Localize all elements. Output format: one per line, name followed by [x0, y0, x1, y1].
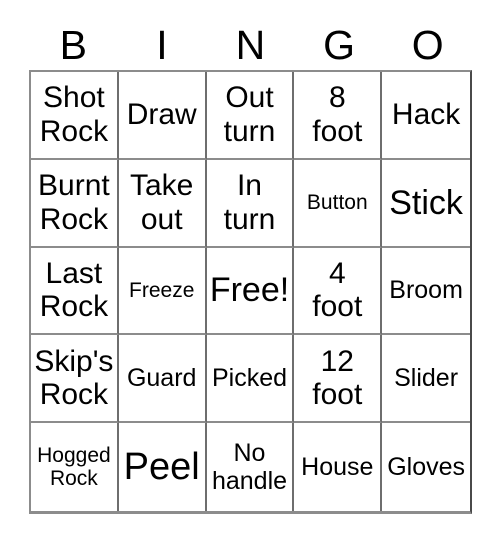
bingo-cell-label: Gloves — [387, 453, 465, 482]
bingo-cell[interactable]: Button — [294, 159, 383, 248]
bingo-header-letter-i: I — [156, 22, 168, 68]
bingo-cell-label: Stick — [389, 183, 463, 222]
bingo-cell-label: Broom — [389, 276, 463, 305]
bingo-grid: Shot Rock Draw Out turn 8 foot Hack Burn… — [29, 70, 472, 514]
bingo-cell[interactable]: No handle — [206, 423, 295, 511]
bingo-cell[interactable]: Skip's Rock — [31, 335, 119, 424]
bingo-header-letter-n: N — [235, 22, 266, 68]
bingo-cell-label: In turn — [223, 169, 276, 236]
bingo-cell-label: Peel — [123, 445, 200, 488]
bingo-cell-label: No handle — [211, 439, 288, 496]
bingo-cell-label: Skip's Rock — [34, 344, 114, 412]
bingo-cell-label: 4 foot — [312, 256, 363, 324]
bingo-header-letter-g: G — [323, 22, 356, 68]
bingo-cell[interactable]: Peel — [118, 423, 207, 511]
bingo-cell-label: Draw — [126, 98, 197, 132]
bingo-cell[interactable]: Broom — [382, 247, 470, 336]
bingo-header-row: B I N G O — [29, 21, 472, 70]
bingo-card: B I N G O Shot Rock Draw Out turn 8 foot… — [0, 0, 500, 544]
bingo-cell[interactable]: Stick — [382, 159, 470, 248]
bingo-cell-label: Guard — [126, 364, 197, 393]
bingo-cell-label: Burnt Rock — [38, 169, 110, 236]
bingo-cell[interactable]: Draw — [118, 72, 207, 160]
bingo-cell-label: Picked — [211, 364, 288, 393]
bingo-header-letter-o: O — [411, 22, 444, 68]
bingo-cell[interactable]: Hogged Rock — [31, 423, 119, 511]
bingo-cell[interactable]: Freeze — [118, 247, 207, 336]
bingo-cell-label: Hogged Rock — [37, 443, 111, 491]
bingo-cell[interactable]: Picked — [206, 335, 295, 424]
bingo-cell-label: 12 foot — [312, 344, 363, 412]
bingo-cell-label: 8 foot — [312, 81, 363, 148]
bingo-cell-label: Slider — [394, 364, 459, 393]
bingo-cell-label: Button — [306, 190, 368, 214]
bingo-cell[interactable]: Slider — [382, 335, 470, 424]
bingo-cell-label: Out turn — [223, 81, 276, 148]
bingo-cell[interactable]: Take out — [118, 159, 207, 248]
bingo-cell-label: Hack — [391, 98, 461, 132]
bingo-cell-label: House — [301, 453, 374, 482]
bingo-cell-free[interactable]: Free! — [206, 247, 295, 336]
bingo-cell[interactable]: 8 foot — [294, 72, 383, 160]
bingo-cell-label: Freeze — [129, 278, 195, 302]
bingo-cell[interactable]: Shot Rock — [31, 72, 119, 160]
bingo-cell[interactable]: Last Rock — [31, 247, 119, 336]
bingo-cell[interactable]: In turn — [206, 159, 295, 248]
bingo-cell-label: Free! — [209, 271, 290, 310]
bingo-cell-label: Shot Rock — [39, 81, 109, 148]
bingo-header-letter-b: B — [59, 22, 87, 68]
bingo-cell[interactable]: Out turn — [206, 72, 295, 160]
bingo-cell[interactable]: 12 foot — [294, 335, 383, 424]
bingo-cell-label: Last Rock — [39, 256, 109, 324]
bingo-cell[interactable]: Hack — [382, 72, 470, 160]
bingo-cell[interactable]: 4 foot — [294, 247, 383, 336]
bingo-cell[interactable]: House — [294, 423, 383, 511]
bingo-cell[interactable]: Gloves — [382, 423, 470, 511]
bingo-cell[interactable]: Guard — [118, 335, 207, 424]
bingo-cell-label: Take out — [130, 169, 194, 236]
bingo-cell[interactable]: Burnt Rock — [31, 159, 119, 248]
